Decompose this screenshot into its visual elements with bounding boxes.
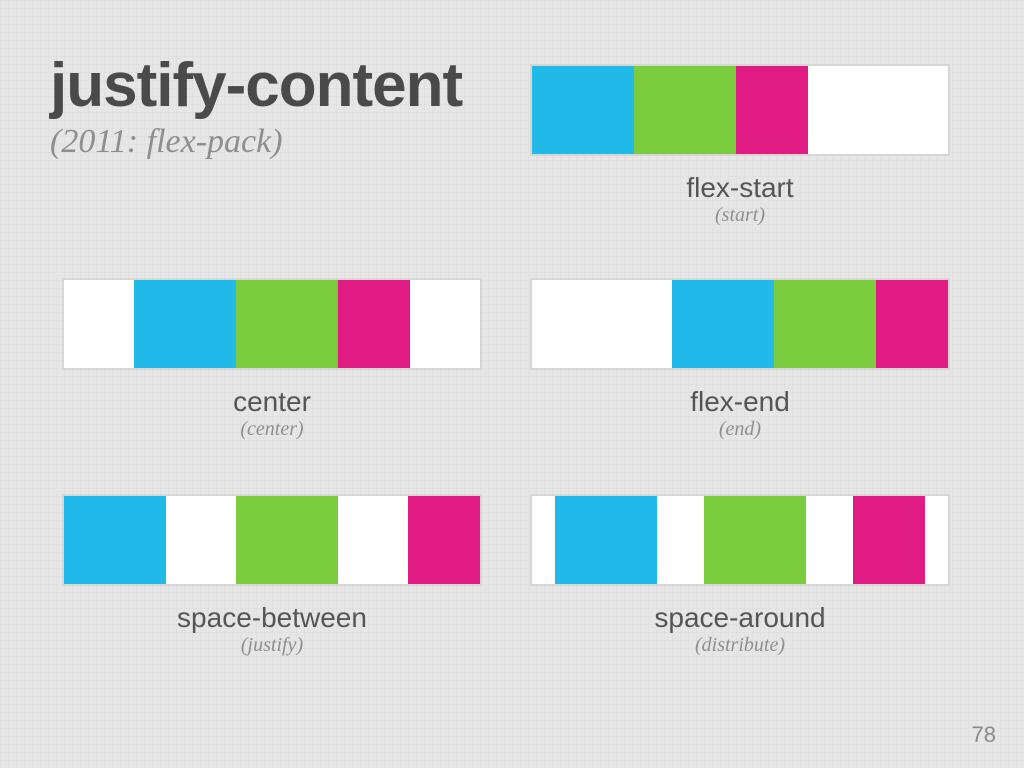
- slide-title: justify-content: [50, 50, 462, 121]
- box-magenta: [736, 66, 808, 154]
- demo-alt-label: (distribute): [530, 634, 950, 657]
- slide-subtitle: (2011: flex-pack): [50, 123, 462, 161]
- box-magenta: [876, 280, 948, 368]
- page-number: 78: [972, 722, 996, 748]
- demo-label: flex-start: [530, 172, 950, 204]
- box-magenta: [853, 496, 925, 584]
- box-cyan: [134, 280, 236, 368]
- demo-label: space-around: [530, 602, 950, 634]
- flex-container-space-between: [62, 494, 482, 586]
- box-cyan: [532, 66, 634, 154]
- demo-label: space-between: [62, 602, 482, 634]
- demo-alt-label: (end): [530, 418, 950, 441]
- box-green: [236, 280, 338, 368]
- demo-label: flex-end: [530, 386, 950, 418]
- flex-container-space-around: [530, 494, 950, 586]
- box-green: [236, 496, 338, 584]
- demo-space-between: space-between (justify): [62, 494, 482, 657]
- demo-center: center (center): [62, 278, 482, 441]
- demo-alt-label: (start): [530, 204, 950, 227]
- demo-flex-start: flex-start (start): [530, 64, 950, 227]
- demo-alt-label: (center): [62, 418, 482, 441]
- slide: justify-content (2011: flex-pack) flex-s…: [0, 0, 1024, 768]
- box-magenta: [408, 496, 480, 584]
- flex-container-flex-end: [530, 278, 950, 370]
- flex-container-flex-start: [530, 64, 950, 156]
- heading: justify-content (2011: flex-pack): [50, 50, 462, 161]
- box-green: [704, 496, 806, 584]
- box-green: [634, 66, 736, 154]
- box-magenta: [338, 280, 410, 368]
- demo-flex-end: flex-end (end): [530, 278, 950, 441]
- box-cyan: [555, 496, 657, 584]
- box-cyan: [672, 280, 774, 368]
- box-cyan: [64, 496, 166, 584]
- flex-container-center: [62, 278, 482, 370]
- demo-label: center: [62, 386, 482, 418]
- demo-alt-label: (justify): [62, 634, 482, 657]
- box-green: [774, 280, 876, 368]
- demo-space-around: space-around (distribute): [530, 494, 950, 657]
